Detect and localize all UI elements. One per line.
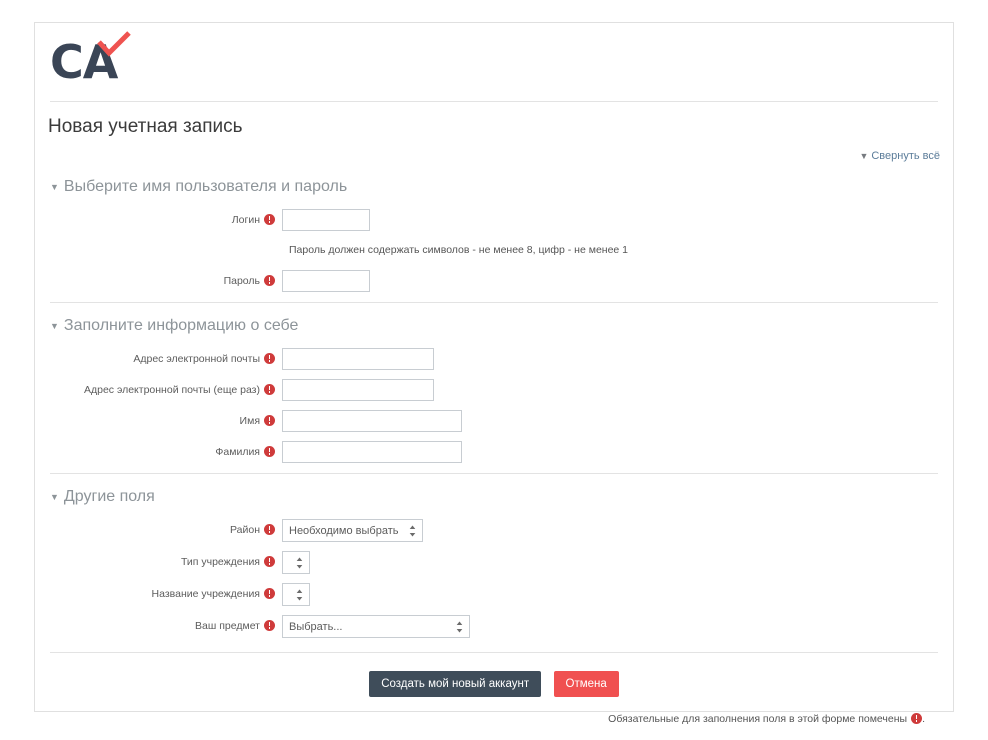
label-subject: Ваш предмет <box>50 615 282 634</box>
site-logo[interactable]: CA <box>50 31 135 85</box>
label-password: Пароль <box>50 270 282 289</box>
label-firstname: Имя <box>50 410 282 429</box>
password-input[interactable] <box>282 270 370 292</box>
control-firstname <box>282 410 938 432</box>
label-region: Район <box>50 519 282 538</box>
field-row-email: Адрес электронной почты <box>50 348 938 370</box>
section-title-about-you: Заполните информацию о себе <box>63 317 299 334</box>
section-other-fields: ▼ Другие поля Район Необходимо выбрать Т… <box>50 474 938 638</box>
label-region-text: Район <box>230 524 260 536</box>
label-firstname-text: Имя <box>239 415 260 427</box>
control-email <box>282 348 938 370</box>
label-email: Адрес электронной почты <box>50 348 282 367</box>
label-username: Логин <box>50 209 282 228</box>
control-institution-name <box>282 583 938 606</box>
signup-page-frame: CA Новая учетная запись ▼ Свернуть всё ▼ В… <box>34 22 954 725</box>
section-header-about-you[interactable]: ▼ Заполните информацию о себе <box>50 309 938 339</box>
required-icon <box>264 588 275 599</box>
label-lastname-text: Фамилия <box>215 446 260 458</box>
control-username <box>282 209 938 231</box>
institution-name-select[interactable] <box>282 583 310 606</box>
required-icon <box>911 713 923 724</box>
cancel-button[interactable]: Отмена <box>553 671 619 697</box>
label-password-text: Пароль <box>223 275 260 287</box>
label-institution-type-text: Тип учреждения <box>180 556 260 568</box>
page-title: Новая учетная запись <box>48 116 243 137</box>
username-input[interactable] <box>282 209 370 231</box>
label-institution-name: Название учреждения <box>50 583 282 602</box>
field-row-subject: Ваш предмет Выбрать... <box>50 615 938 638</box>
checkmark-icon <box>97 31 132 57</box>
field-row-region: Район Необходимо выбрать <box>50 519 938 542</box>
label-institution-name-text: Название учреждения <box>151 588 260 600</box>
field-row-institution-type: Тип учреждения <box>50 551 938 574</box>
section-header-other-fields[interactable]: ▼ Другие поля <box>50 480 938 510</box>
logo-area: CA <box>35 23 953 101</box>
required-icon <box>264 524 275 535</box>
field-row-firstname: Имя <box>50 410 938 432</box>
institution-type-select[interactable] <box>282 551 310 574</box>
password-hint-row: Пароль должен содержать символов - не ме… <box>50 240 938 258</box>
label-email-again: Адрес электронной почты (еще раз) <box>50 379 282 398</box>
collapse-all-link[interactable]: ▼ Свернуть всё <box>859 150 940 162</box>
field-row-lastname: Фамилия <box>50 441 938 463</box>
lastname-input[interactable] <box>282 441 462 463</box>
region-select-wrapper: Необходимо выбрать <box>282 519 423 542</box>
field-row-institution-name: Название учреждения <box>50 583 938 606</box>
region-select[interactable]: Необходимо выбрать <box>282 519 423 542</box>
institution-name-select-wrapper <box>282 583 310 606</box>
control-institution-type <box>282 551 938 574</box>
collapse-all-row: ▼ Свернуть всё <box>35 146 953 164</box>
label-lastname: Фамилия <box>50 441 282 460</box>
required-icon <box>264 415 275 426</box>
required-icon <box>264 384 275 395</box>
control-subject: Выбрать... <box>282 615 938 638</box>
form-actions: Создать мой новый аккаунт Отмена <box>50 653 938 703</box>
email-again-input[interactable] <box>282 379 434 401</box>
required-icon <box>264 353 275 364</box>
email-input[interactable] <box>282 348 434 370</box>
chevron-down-icon: ▼ <box>859 151 869 161</box>
control-email-again <box>282 379 938 401</box>
label-subject-text: Ваш предмет <box>195 620 260 632</box>
section-title-credentials: Выберите имя пользователя и пароль <box>63 178 348 195</box>
field-row-password: Пароль <box>50 270 938 292</box>
institution-type-select-wrapper <box>282 551 310 574</box>
subject-select-wrapper: Выбрать... <box>282 615 470 638</box>
label-email-text: Адрес электронной почты <box>133 353 260 365</box>
section-about-you: ▼ Заполните информацию о себе Адрес элект… <box>50 303 938 463</box>
required-icon <box>264 275 275 286</box>
required-fields-note: Обязательные для заполнения поля в этой … <box>50 703 938 725</box>
required-icon <box>264 446 275 457</box>
subject-select[interactable]: Выбрать... <box>282 615 470 638</box>
password-hint: Пароль должен содержать символов - не ме… <box>289 244 629 256</box>
section-toggle-icon: ▼ <box>50 181 59 192</box>
firstname-input[interactable] <box>282 410 462 432</box>
control-lastname <box>282 441 938 463</box>
signup-form: ▼ Выберите имя пользователя и пароль Логи… <box>35 164 953 725</box>
section-credentials: ▼ Выберите имя пользователя и пароль Логи… <box>50 164 938 292</box>
field-row-email-again: Адрес электронной почты (еще раз) <box>50 379 938 401</box>
required-fields-note-period: . <box>922 713 925 725</box>
control-region: Необходимо выбрать <box>282 519 938 542</box>
required-icon <box>264 556 275 567</box>
label-institution-type: Тип учреждения <box>50 551 282 570</box>
required-fields-note-text: Обязательные для заполнения поля в этой … <box>608 713 908 725</box>
label-email-again-text: Адрес электронной почты (еще раз) <box>83 384 260 396</box>
label-username-text: Логин <box>231 214 260 226</box>
field-row-username: Логин <box>50 209 938 231</box>
section-toggle-icon: ▼ <box>50 320 59 331</box>
required-icon <box>264 214 275 225</box>
create-account-button[interactable]: Создать мой новый аккаунт <box>369 671 542 697</box>
collapse-all-label: Свернуть всё <box>871 150 940 162</box>
section-toggle-icon: ▼ <box>50 491 59 502</box>
section-header-credentials[interactable]: ▼ Выберите имя пользователя и пароль <box>50 170 938 200</box>
required-icon <box>264 620 275 631</box>
section-title-other-fields: Другие поля <box>63 488 155 505</box>
control-password <box>282 270 938 292</box>
